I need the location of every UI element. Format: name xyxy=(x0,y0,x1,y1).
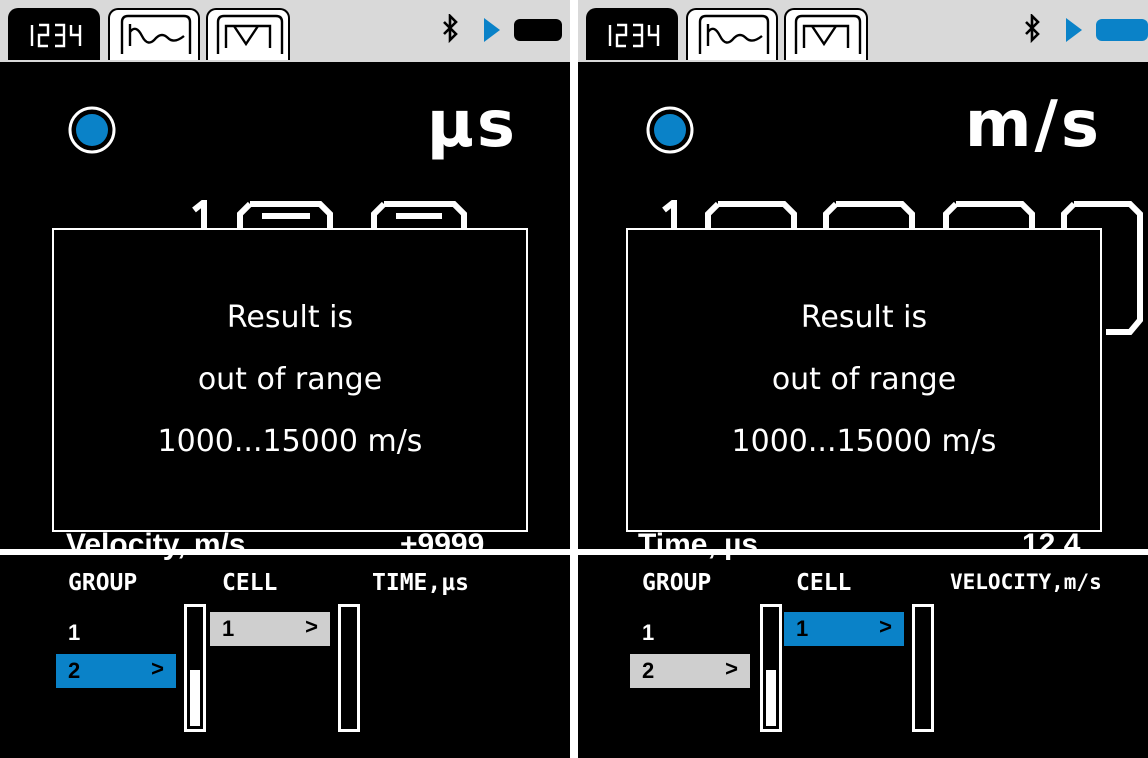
cell-item-1-selected[interactable]: 1 > xyxy=(784,612,904,646)
dialog-line-3: 1000...15000 m/s xyxy=(157,424,423,459)
chevron-right-icon: > xyxy=(725,656,738,681)
status-indicators xyxy=(1025,14,1148,44)
secondary-label: Velocity, m/s xyxy=(66,528,246,561)
divider xyxy=(0,549,570,555)
waveform-icon xyxy=(698,14,770,54)
bluetooth-icon xyxy=(1025,14,1040,44)
device-screen-right: m/s Time, µs 12.4 Result is out of range… xyxy=(578,0,1148,758)
result-column-header: TIME,µs xyxy=(372,570,469,596)
group-scrollbar-thumb[interactable] xyxy=(190,670,200,726)
battery-icon xyxy=(1096,19,1148,41)
cell-column-header: CELL xyxy=(796,570,852,596)
waveform-icon xyxy=(120,14,192,54)
device-screen-left: µs Velocity, m/s +9999 Result is out of … xyxy=(0,0,570,758)
tab-waveform[interactable] xyxy=(686,8,778,60)
group-scrollbar[interactable] xyxy=(760,604,782,732)
group-scrollbar[interactable] xyxy=(184,604,206,732)
bluetooth-icon xyxy=(443,14,458,44)
pulse-icon xyxy=(216,14,284,54)
dialog-line-2: out of range xyxy=(771,362,957,397)
dialog-line-1: Result is xyxy=(800,300,928,335)
group-item-2-selected[interactable]: 2 > xyxy=(630,654,750,688)
tab-pulse[interactable] xyxy=(784,8,868,60)
measurement-status-icon xyxy=(646,106,694,154)
dialog-line-1: Result is xyxy=(226,300,354,335)
cell-column-header: CELL xyxy=(222,570,278,596)
numeric-display-icon xyxy=(608,23,660,48)
group-item-1[interactable]: 1 xyxy=(68,620,80,646)
chevron-right-icon: > xyxy=(879,614,892,639)
numeric-display-icon xyxy=(30,23,82,48)
unit-label: m/s xyxy=(964,88,1102,162)
secondary-value: +9999 xyxy=(400,528,485,561)
chevron-right-icon: > xyxy=(305,614,318,639)
cell-item-1-selected[interactable]: 1 > xyxy=(210,612,330,646)
out-of-range-dialog: Result is out of range 1000...15000 m/s xyxy=(52,228,528,532)
tab-bar xyxy=(578,0,1148,62)
group-scrollbar-thumb[interactable] xyxy=(766,670,776,726)
tab-waveform[interactable] xyxy=(108,8,200,60)
tab-numeric[interactable] xyxy=(8,8,100,60)
divider xyxy=(578,549,1148,555)
status-indicators xyxy=(443,14,562,44)
out-of-range-dialog: Result is out of range 1000...15000 m/s xyxy=(626,228,1102,532)
dialog-line-3: 1000...15000 m/s xyxy=(731,424,997,459)
dialog-line-2: out of range xyxy=(197,362,383,397)
secondary-label: Time, µs xyxy=(638,528,759,561)
play-icon xyxy=(1066,18,1082,42)
group-column-header: GROUP xyxy=(642,570,712,596)
group-item-1[interactable]: 1 xyxy=(642,620,654,646)
battery-icon xyxy=(514,19,562,41)
tab-bar xyxy=(0,0,570,62)
tab-numeric[interactable] xyxy=(586,8,678,60)
play-icon xyxy=(484,18,500,42)
cell-scrollbar[interactable] xyxy=(338,604,360,732)
pulse-icon xyxy=(794,14,862,54)
group-item-2-selected[interactable]: 2 > xyxy=(56,654,176,688)
result-column-header: VELOCITY,m/s xyxy=(950,570,1102,594)
chevron-right-icon: > xyxy=(151,656,164,681)
cell-scrollbar[interactable] xyxy=(912,604,934,732)
group-column-header: GROUP xyxy=(68,570,138,596)
unit-label: µs xyxy=(426,88,518,162)
measurement-status-icon xyxy=(68,106,116,154)
tab-pulse[interactable] xyxy=(206,8,290,60)
secondary-value: 12.4 xyxy=(1022,528,1081,561)
